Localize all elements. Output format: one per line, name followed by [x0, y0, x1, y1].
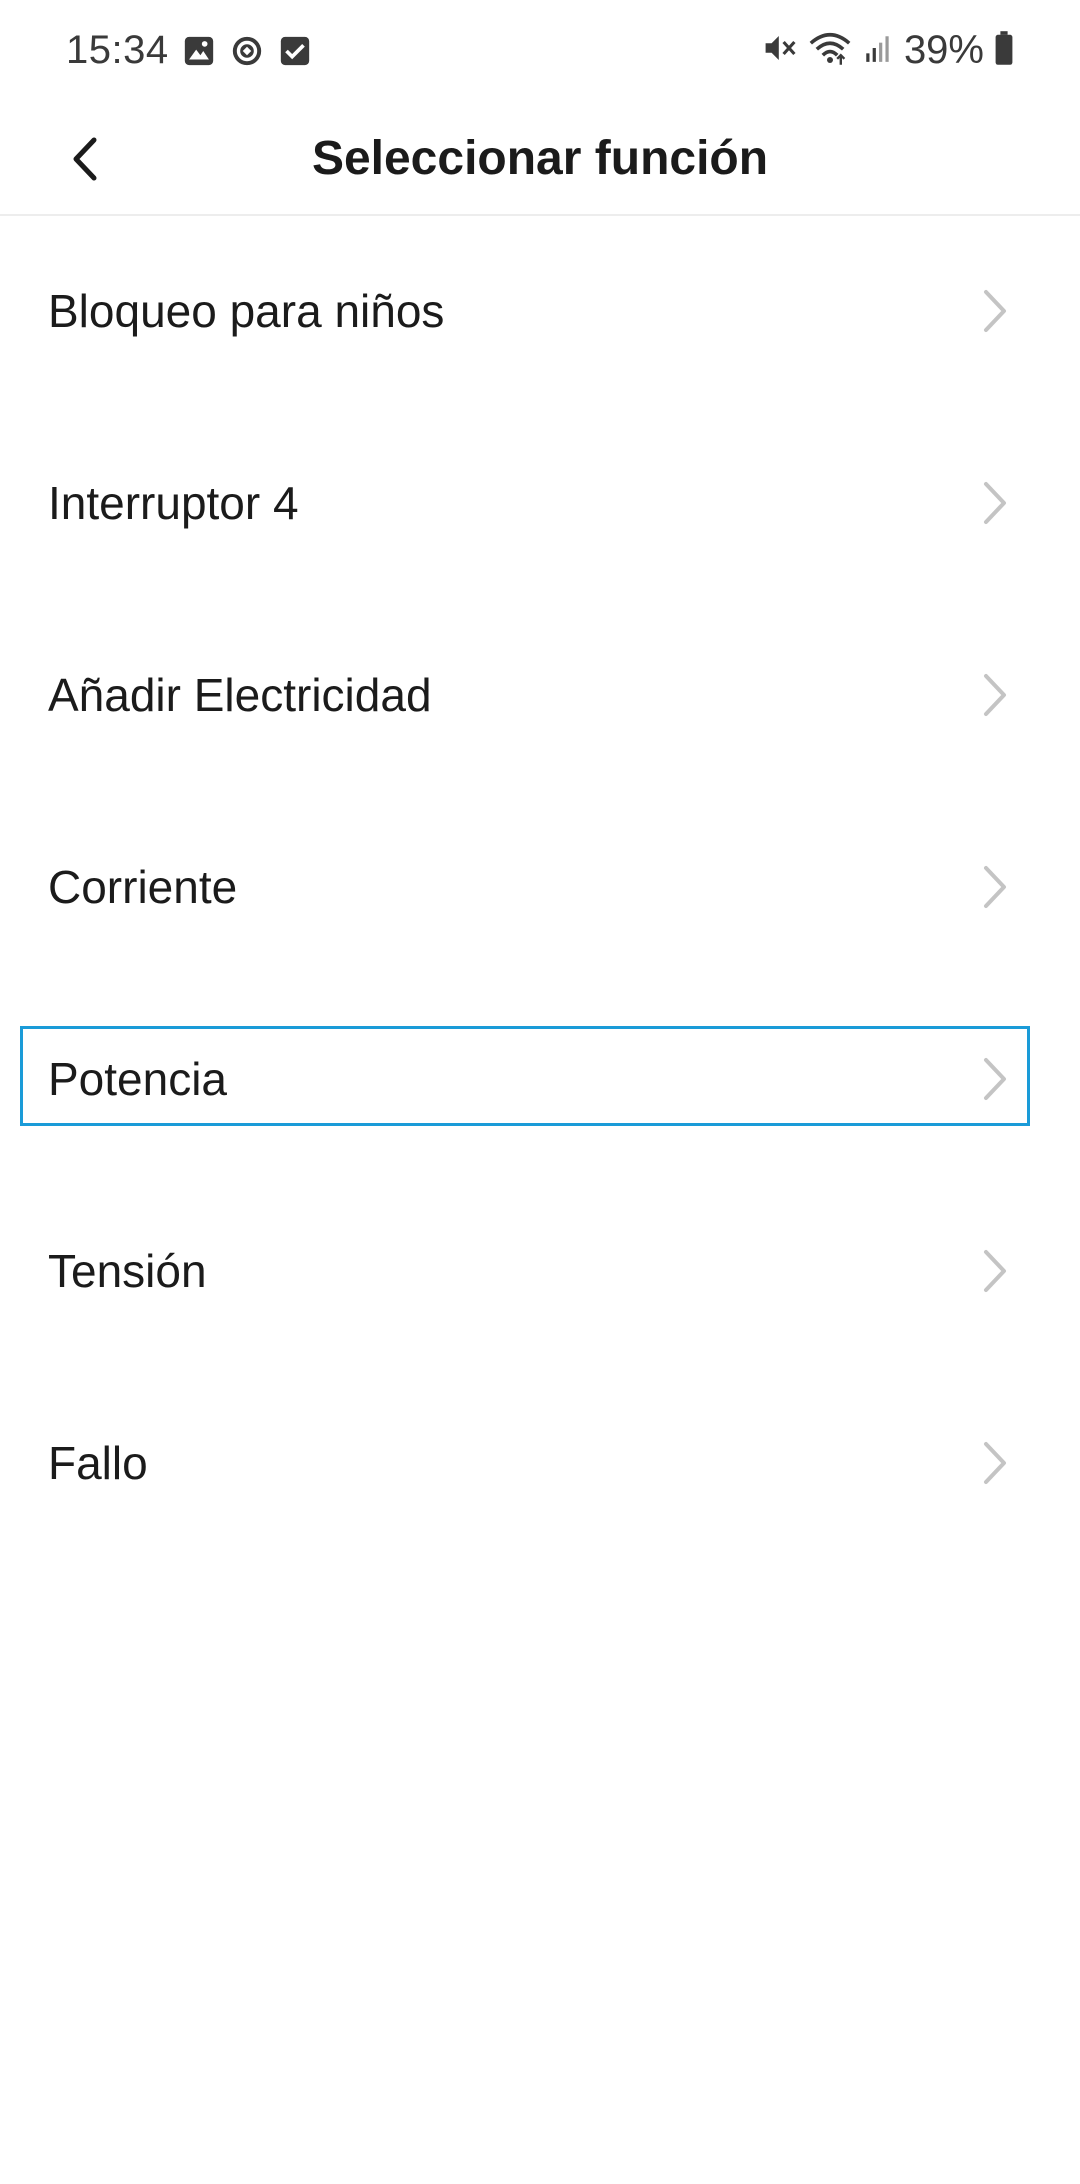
chevron-right-icon [984, 674, 1006, 716]
sync-icon [230, 34, 264, 73]
battery-icon [994, 30, 1014, 71]
list-item-corriente[interactable]: Corriente [0, 791, 1080, 983]
battery-percent: 39% [903, 28, 984, 72]
list-item-interruptor-4[interactable]: Interruptor 4 [0, 407, 1080, 599]
function-list: Bloqueo para niños Interruptor 4 Añadir … [0, 215, 1080, 1559]
list-item-label: Añadir Electricidad [48, 669, 432, 721]
mute-icon [762, 30, 798, 71]
status-bar: 15:34 39% [0, 0, 1080, 104]
page-title: Seleccionar función [311, 132, 769, 185]
list-item-tension[interactable]: Tensión [0, 1175, 1080, 1367]
list-item-label: Corriente [48, 861, 238, 913]
list-item-bloqueo-ninos[interactable]: Bloqueo para niños [0, 215, 1080, 407]
list-item-label: Potencia [48, 1053, 228, 1105]
gallery-icon [182, 34, 216, 73]
checkbox-icon [278, 34, 312, 73]
signal-icon [862, 30, 894, 71]
chevron-right-icon [984, 1058, 1006, 1100]
list-item-label: Fallo [48, 1437, 148, 1489]
chevron-right-icon [984, 482, 1006, 524]
list-item-anadir-electricidad[interactable]: Añadir Electricidad [0, 599, 1080, 791]
chevron-right-icon [984, 1442, 1006, 1484]
chevron-right-icon [984, 866, 1006, 908]
system-status: 39% [762, 28, 1014, 73]
notification-icons [182, 34, 312, 73]
wifi-icon [808, 30, 852, 71]
app-bar: Seleccionar función [0, 104, 1080, 216]
status-time: 15:34 [66, 28, 169, 72]
chevron-right-icon [984, 290, 1006, 332]
list-item-label: Interruptor 4 [48, 477, 299, 529]
list-item-fallo[interactable]: Fallo [0, 1367, 1080, 1559]
list-item-label: Tensión [48, 1245, 207, 1297]
list-item-label: Bloqueo para niños [48, 285, 445, 337]
list-item-potencia[interactable]: Potencia [0, 983, 1080, 1175]
chevron-right-icon [984, 1250, 1006, 1292]
